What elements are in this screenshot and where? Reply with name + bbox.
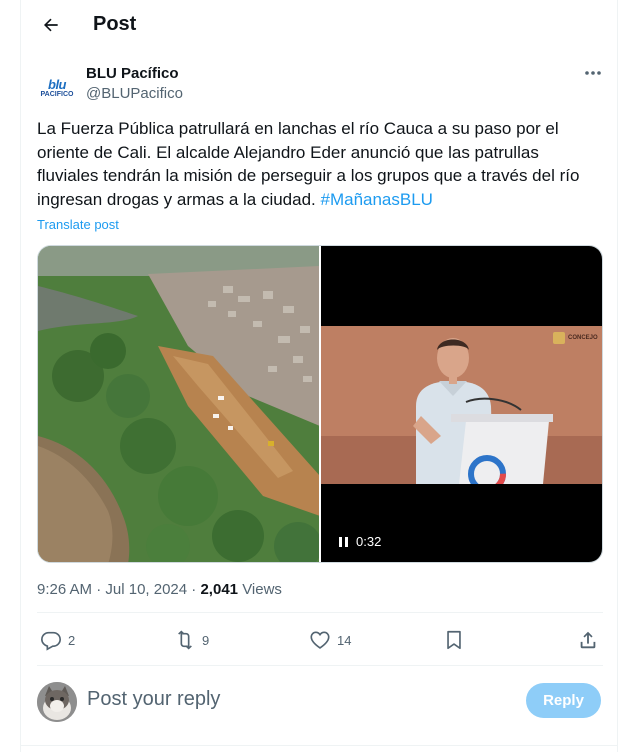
page-title: Post <box>93 13 137 35</box>
aerial-photo[interactable] <box>38 246 319 562</box>
repost-icon <box>178 630 192 650</box>
hashtag-link[interactable]: #MañanasBLU <box>321 190 433 209</box>
aerial-river-image <box>38 246 319 562</box>
logo-text-pacifico: PACIFICO <box>40 91 74 98</box>
like-count: 14 <box>337 632 352 648</box>
views-label: Views <box>242 581 282 598</box>
divider-end <box>20 745 618 746</box>
concejo-overlay-logo: CONCEJO <box>553 332 598 344</box>
arrow-left-icon <box>44 18 58 32</box>
reply-button[interactable]: Reply <box>526 683 601 718</box>
meta-separator: · <box>92 581 106 598</box>
divider-bottom <box>37 665 603 666</box>
post-body: La Fuerza Pública patrullará en lanchas … <box>37 119 580 209</box>
meta-separator: · <box>187 581 201 598</box>
video-frame <box>321 326 602 484</box>
repost-action[interactable]: 9 <box>174 628 209 652</box>
share-action[interactable] <box>577 628 599 652</box>
media-grid: CONCEJO 0:32 <box>37 245 603 563</box>
heart-icon <box>310 631 330 649</box>
reply-count: 2 <box>68 632 76 648</box>
back-button[interactable] <box>34 8 68 42</box>
speaker-image <box>321 326 602 484</box>
top-bar: Post <box>20 0 618 50</box>
post-time[interactable]: 9:26 AM <box>37 581 92 598</box>
user-avatar[interactable] <box>37 682 77 722</box>
repost-count: 9 <box>202 632 210 648</box>
concejo-emblem-icon <box>553 332 565 344</box>
bookmark-icon <box>447 630 461 650</box>
concejo-logo-text: CONCEJO <box>568 335 598 341</box>
author-handle[interactable]: @BLUPacifico <box>86 85 183 102</box>
more-horizontal-icon <box>585 71 601 75</box>
reply-input[interactable]: Post your reply <box>87 688 220 711</box>
share-icon <box>580 631 596 649</box>
bookmark-action[interactable] <box>443 628 465 652</box>
post-text: La Fuerza Pública patrullará en lanchas … <box>37 117 597 211</box>
more-options-button[interactable] <box>580 62 606 84</box>
author-name[interactable]: BLU Pacífico <box>86 65 179 82</box>
like-action[interactable]: 14 <box>309 628 351 652</box>
video-duration: 0:32 <box>356 534 382 549</box>
post-meta: 9:26 AM · Jul 10, 2024 · 2,041 Views <box>37 581 282 598</box>
translate-post-link[interactable]: Translate post <box>37 217 119 232</box>
cat-avatar-image <box>37 682 77 722</box>
author-avatar[interactable]: blu PACIFICO <box>37 68 77 108</box>
reply-action[interactable]: 2 <box>40 628 75 652</box>
pause-icon[interactable] <box>339 536 348 547</box>
divider-top <box>37 612 603 613</box>
views-count: 2,041 <box>200 581 239 598</box>
logo-text-blu: blu <box>48 77 67 92</box>
video-controls: 0:32 <box>339 534 381 549</box>
post-date[interactable]: Jul 10, 2024 <box>105 581 187 598</box>
video-player[interactable]: CONCEJO 0:32 <box>321 246 602 562</box>
comment-icon <box>41 631 61 651</box>
